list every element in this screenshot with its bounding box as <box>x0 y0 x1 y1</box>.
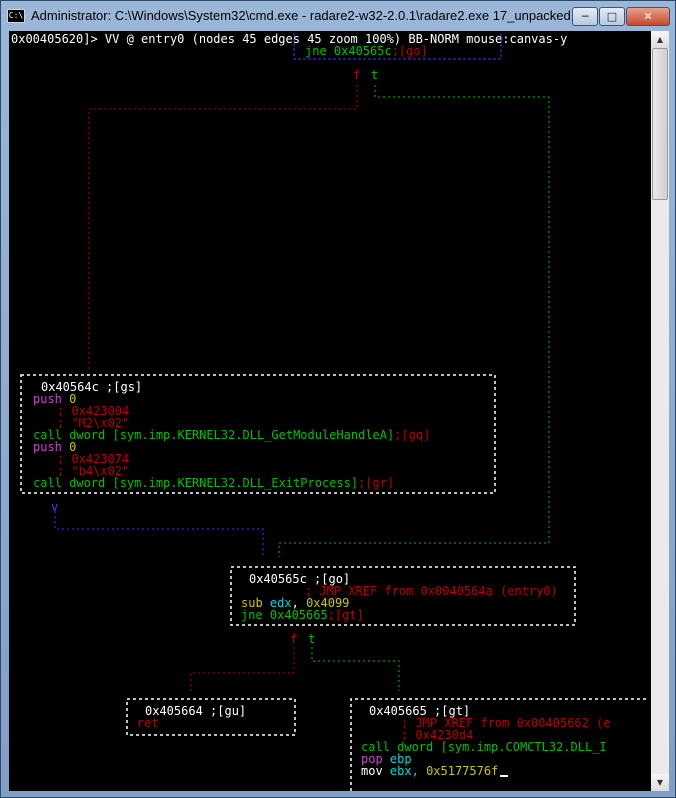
edge-go-true <box>311 647 400 691</box>
top-jne-ref[interactable]: ;[go] <box>392 44 428 58</box>
go-jne-ref[interactable]: ;[gt] <box>328 608 364 622</box>
go-false-label: f <box>290 632 298 646</box>
gs-call1: call dword [sym.imp.KERNEL32.DLL_GetModu… <box>33 429 430 441</box>
edge-top-false <box>88 85 358 369</box>
vertical-scrollbar[interactable]: ▲ ▼ <box>651 31 669 791</box>
text-cursor <box>500 775 509 777</box>
window-title: Administrator: C:\Windows\System32\cmd.e… <box>31 8 596 23</box>
console-area[interactable]: 0x00405620]> VV @ entry0 (nodes 45 edges… <box>9 31 651 791</box>
minimize-button[interactable]: ─ <box>572 7 598 26</box>
console-window: C:\ Administrator: C:\Windows\System32\c… <box>0 0 676 798</box>
node-gu-header[interactable]: 0x405664 ;[gu] <box>145 705 246 717</box>
gs-call2-ref[interactable]: ;[gr] <box>358 476 394 490</box>
top-jne: jne 0x40565c;[go] <box>305 45 428 57</box>
gt-mov: mov ebx, 0x5177576f <box>361 764 509 778</box>
gu-ret: ret <box>137 716 159 730</box>
scroll-down-arrow-icon[interactable]: ▼ <box>651 774 669 791</box>
edge-go-false <box>190 647 295 691</box>
gs-call2-instr: call dword [sym.imp.KERNEL32.DLL_ExitPro… <box>33 476 359 490</box>
cmd-icon: C:\ <box>7 9 25 23</box>
gs-call1-ref[interactable]: ;[gq] <box>394 428 430 442</box>
scroll-up-arrow-icon[interactable]: ▲ <box>651 31 669 48</box>
go-true-label: t <box>308 632 316 646</box>
go-jne-instr: jne 0x405665 <box>241 608 328 622</box>
gs-uncond-label: v <box>51 500 59 514</box>
top-jne-instr: jne 0x40565c <box>305 44 392 58</box>
close-button[interactable]: ✕ <box>626 7 670 26</box>
gs-call1-instr: call dword [sym.imp.KERNEL32.DLL_GetModu… <box>33 428 395 442</box>
edge-gs-to-go <box>54 511 264 557</box>
go-jne: jne 0x405665;[gt] <box>241 609 364 621</box>
gt-mov-op: mov <box>361 764 383 778</box>
maximize-button[interactable]: □ <box>599 7 625 26</box>
gt-mov-val: 0x5177576f <box>426 764 499 778</box>
title-bar[interactable]: C:\ Administrator: C:\Windows\System32\c… <box>1 1 676 31</box>
status-line: 0x00405620]> VV @ entry0 (nodes 45 edges… <box>11 32 568 46</box>
top-true-label: t <box>371 68 379 82</box>
gt-mov-reg: ebx, <box>389 764 419 778</box>
scrollbar-thumb[interactable] <box>652 48 668 200</box>
top-false-label: f <box>353 68 361 82</box>
gs-call2: call dword [sym.imp.KERNEL32.DLL_ExitPro… <box>33 477 394 489</box>
